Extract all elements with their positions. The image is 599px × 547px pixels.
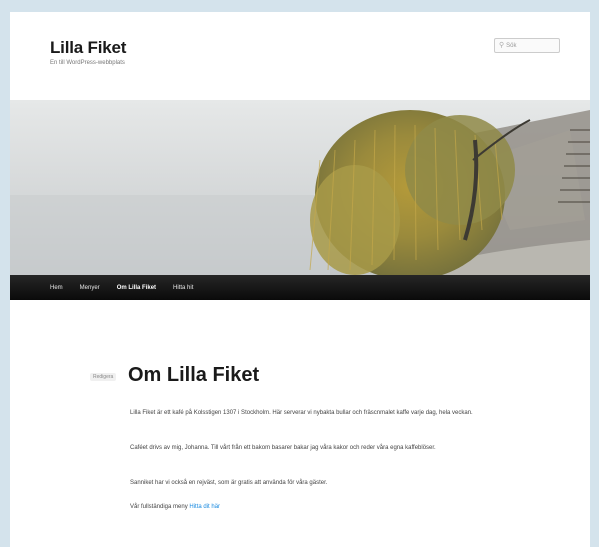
edit-tag[interactable]: Redigera (90, 373, 117, 381)
content-paragraph-directions: Vår fullständiga meny Hitta dit här (130, 502, 490, 513)
directions-text: Vår fullständiga meny (130, 504, 190, 510)
search-icon: ⚲ (499, 42, 505, 49)
nav-item-hitta-hit[interactable]: Hitta hit (173, 285, 193, 291)
search-field[interactable]: ⚲ Sök (494, 38, 560, 53)
site-description: En till WordPress-webbplats (50, 60, 125, 66)
content-paragraph: Lilla Fiket är ett kafé på Kolsstigen 13… (130, 410, 473, 416)
site-title[interactable]: Lilla Fiket (50, 38, 126, 58)
search-placeholder: Sök (506, 42, 517, 49)
page-container: Lilla Fiket En till WordPress-webbplats … (10, 12, 590, 547)
content-paragraph: Caféet drivs av mig, Johanna. Till vårt … (130, 445, 436, 451)
nav-item-om-lilla-fiket[interactable]: Om Lilla Fiket (117, 285, 156, 291)
content-paragraph: Sanniket har vi också en rejväst, som är… (130, 480, 328, 486)
nav-item-menyer[interactable]: Menyer (80, 285, 100, 291)
header-banner-image (10, 100, 590, 275)
main-navigation: Hem Menyer Om Lilla Fiket Hitta hit (10, 275, 590, 300)
nav-item-hem[interactable]: Hem (50, 285, 63, 291)
page-title: Om Lilla Fiket (128, 364, 260, 386)
directions-link[interactable]: Hitta dit här (189, 504, 220, 510)
